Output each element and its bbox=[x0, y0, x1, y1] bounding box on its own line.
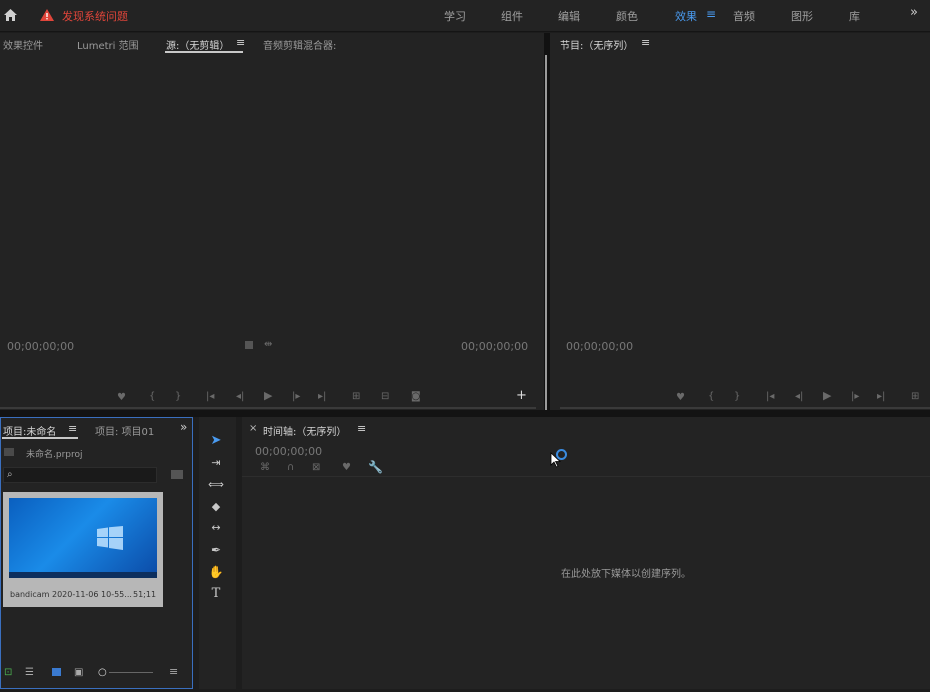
tab-program[interactable]: 节目:（无序列） bbox=[560, 37, 633, 52]
source-scrollbar[interactable] bbox=[545, 55, 547, 410]
program-add-marker-icon[interactable]: ♥ bbox=[676, 393, 685, 403]
workspace-tab-assembly[interactable]: 组件 bbox=[501, 8, 523, 24]
program-step-back-icon[interactable]: ◂| bbox=[795, 392, 803, 402]
clip-thumbnail-image bbox=[9, 498, 157, 578]
source-panel-menu-icon[interactable]: ≡ bbox=[236, 36, 245, 49]
workspace-tab-graphics[interactable]: 图形 bbox=[791, 8, 813, 24]
program-monitor-panel: 节目:（无序列） ≡ 00;00;00;00 ♥ { } |◂ ◂| ▶ |▸ … bbox=[550, 33, 930, 410]
workspace-bar: 发现系统问题 学习 组件 编辑 颜色 效果 ≡ 音频 图形 库 » bbox=[0, 0, 930, 32]
razor-tool-icon[interactable]: ◆ bbox=[207, 499, 225, 515]
mark-out-icon[interactable]: } bbox=[175, 392, 181, 402]
step-forward-icon[interactable]: |▸ bbox=[292, 392, 300, 402]
go-to-in-icon[interactable]: |◂ bbox=[206, 392, 214, 402]
workspace-tab-effects[interactable]: 效果 bbox=[675, 8, 697, 24]
home-icon[interactable] bbox=[3, 8, 18, 22]
program-play-icon[interactable]: ▶ bbox=[823, 390, 831, 401]
timeline-timecode[interactable]: 00;00;00;00 bbox=[255, 445, 322, 458]
search-icon: ⌕ bbox=[7, 469, 13, 480]
workspace-overflow-icon[interactable]: » bbox=[910, 5, 918, 20]
hand-tool-icon[interactable]: ✋ bbox=[207, 564, 225, 580]
play-icon[interactable]: ▶ bbox=[264, 390, 272, 401]
source-scrub-bar[interactable] bbox=[0, 407, 536, 409]
timeline-header-divider bbox=[242, 476, 930, 477]
program-mark-in-icon[interactable]: { bbox=[708, 392, 714, 402]
tab-project-01[interactable]: 项目: 项目01 bbox=[95, 423, 154, 438]
nest-icon[interactable]: ⌘ bbox=[260, 463, 270, 473]
program-go-to-out-icon[interactable]: ▸| bbox=[877, 392, 885, 402]
tab-project-untitled[interactable]: 项目:未命名 bbox=[3, 423, 56, 438]
slip-tool-icon[interactable]: ↔ bbox=[207, 520, 225, 536]
track-select-tool-icon[interactable]: ⇥ bbox=[207, 455, 225, 471]
zoom-slider-handle[interactable]: ○ bbox=[98, 668, 107, 678]
program-timecode-current[interactable]: 00;00;00;00 bbox=[566, 340, 633, 353]
active-tab-underline bbox=[165, 51, 243, 53]
source-timecode-duration: 00;00;00;00 bbox=[461, 340, 529, 353]
source-monitor-panel: 效果控件 Lumetri 范围 源:（无剪辑） ≡ 音频剪辑混合器: 00;00… bbox=[0, 33, 544, 410]
button-editor-icon[interactable]: + bbox=[516, 389, 527, 402]
timeline-add-marker-icon[interactable]: ♥ bbox=[342, 463, 351, 473]
program-step-forward-icon[interactable]: |▸ bbox=[851, 392, 859, 402]
project-active-tab-underline bbox=[2, 437, 78, 439]
project-panel: 项目:未命名 ≡ 项目: 项目01 » 未命名.prproj ⌕ bandica… bbox=[0, 417, 193, 689]
add-marker-icon[interactable]: ♥ bbox=[117, 393, 126, 403]
pen-tool-icon[interactable]: ✒ bbox=[207, 542, 225, 558]
new-bin-icon[interactable] bbox=[171, 470, 183, 479]
workspace-tab-editing[interactable]: 编辑 bbox=[558, 8, 580, 24]
zoom-slider-track[interactable] bbox=[109, 672, 153, 673]
program-go-to-in-icon[interactable]: |◂ bbox=[766, 392, 774, 402]
go-to-out-icon[interactable]: ▸| bbox=[318, 392, 326, 402]
project-filename: 未命名.prproj bbox=[26, 450, 83, 460]
windows-logo-icon bbox=[97, 526, 123, 550]
settings-drag-icon[interactable]: ⇹ bbox=[264, 340, 272, 350]
linked-selection-icon[interactable]: ⊠ bbox=[312, 463, 320, 473]
workspace-tab-color[interactable]: 颜色 bbox=[616, 8, 638, 24]
workspace-tab-libraries[interactable]: 库 bbox=[849, 8, 860, 24]
workspace-tab-learn[interactable]: 学习 bbox=[444, 8, 466, 24]
program-scrub-bar[interactable] bbox=[560, 407, 930, 409]
loading-spinner-icon bbox=[556, 449, 567, 460]
lift-icon[interactable]: ⊞ bbox=[911, 392, 919, 402]
program-mark-out-icon[interactable]: } bbox=[734, 392, 740, 402]
mark-in-icon[interactable]: { bbox=[149, 392, 155, 402]
panel-divider-horizontal[interactable] bbox=[0, 410, 930, 417]
project-folder-icon bbox=[4, 448, 14, 456]
program-panel-menu-icon[interactable]: ≡ bbox=[641, 36, 650, 49]
project-search-input[interactable]: ⌕ bbox=[3, 467, 157, 483]
list-view-icon[interactable]: ☰ bbox=[25, 668, 34, 678]
type-tool-icon[interactable]: T bbox=[207, 586, 225, 602]
selection-tool-icon[interactable]: ➤ bbox=[207, 433, 225, 449]
close-tab-icon[interactable]: × bbox=[249, 423, 257, 434]
workspace-tab-audio[interactable]: 音频 bbox=[733, 8, 755, 24]
icon-view-icon[interactable] bbox=[52, 668, 61, 676]
freeform-view-icon[interactable]: ▣ bbox=[74, 668, 83, 678]
wrench-icon[interactable]: 🔧 bbox=[368, 461, 383, 473]
clip-name: bandicam 2020-11-06 10-55... bbox=[10, 590, 132, 599]
tab-lumetri-scopes[interactable]: Lumetri 范围 bbox=[77, 37, 139, 52]
export-frame-icon[interactable]: ◙ bbox=[411, 392, 421, 402]
project-overflow-icon[interactable]: » bbox=[180, 420, 187, 434]
overwrite-icon[interactable]: ⊟ bbox=[381, 392, 389, 402]
timeline-panel-menu-icon[interactable]: ≡ bbox=[357, 422, 366, 435]
clip-thumbnail-card[interactable]: bandicam 2020-11-06 10-55... 51;11 bbox=[3, 492, 163, 607]
tab-audio-clip-mixer[interactable]: 音频剪辑混合器: bbox=[263, 37, 336, 52]
sort-icon[interactable]: ≡ bbox=[169, 666, 178, 677]
timeline-panel: × 时间轴:（无序列） ≡ 00;00;00;00 ⌘ ∩ ⊠ ♥ 🔧 在此处放… bbox=[242, 417, 930, 689]
thumbnail-taskbar bbox=[9, 572, 157, 578]
project-panel-menu-icon[interactable]: ≡ bbox=[68, 422, 77, 435]
tab-effect-controls[interactable]: 效果控件 bbox=[3, 37, 43, 52]
clip-duration: 51;11 bbox=[133, 590, 157, 599]
snap-icon[interactable]: ∩ bbox=[287, 463, 294, 473]
insert-icon[interactable]: ⊞ bbox=[352, 392, 360, 402]
system-alert-label[interactable]: 发现系统问题 bbox=[62, 8, 128, 24]
tab-source[interactable]: 源:（无剪辑） bbox=[166, 37, 229, 52]
ripple-edit-tool-icon[interactable]: ⟺ bbox=[207, 477, 225, 493]
tab-timeline[interactable]: 时间轴:（无序列） bbox=[263, 423, 346, 438]
fit-icon[interactable] bbox=[245, 341, 253, 349]
source-timecode-current[interactable]: 00;00;00;00 bbox=[7, 340, 74, 353]
timeline-drop-hint: 在此处放下媒体以创建序列。 bbox=[561, 569, 691, 580]
workspace-menu-icon[interactable]: ≡ bbox=[706, 7, 716, 21]
warning-icon[interactable] bbox=[40, 9, 54, 21]
step-back-icon[interactable]: ◂| bbox=[236, 392, 244, 402]
lock-icon[interactable]: ⊡ bbox=[4, 668, 12, 678]
